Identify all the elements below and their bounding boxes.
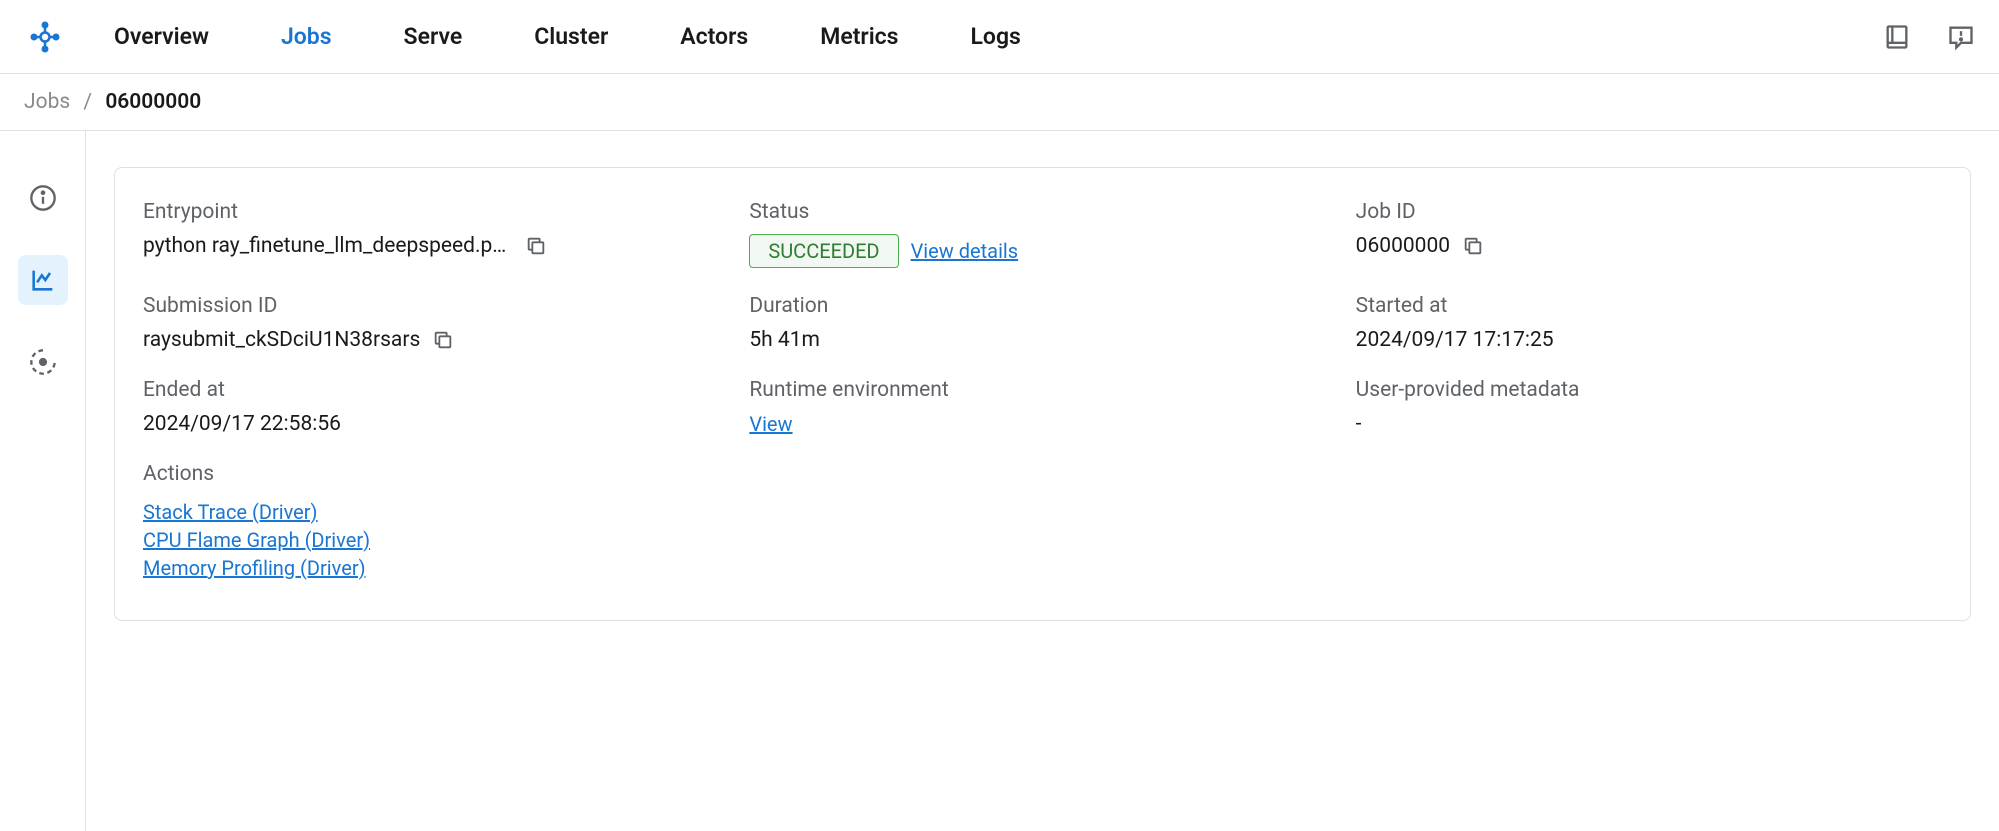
job-details-card: Entrypoint python ray_finetune_llm_deeps… bbox=[114, 167, 1971, 621]
nav-tab-overview[interactable]: Overview bbox=[114, 23, 209, 50]
nav-tab-logs[interactable]: Logs bbox=[971, 23, 1021, 50]
copy-icon[interactable] bbox=[1462, 235, 1484, 257]
duration-label: Duration bbox=[749, 294, 1335, 318]
field-submission-id: Submission ID raysubmit_ckSDciU1N38rsars bbox=[143, 294, 729, 352]
field-duration: Duration 5h 41m bbox=[749, 294, 1335, 352]
submission-id-value: raysubmit_ckSDciU1N38rsars bbox=[143, 328, 420, 352]
started-at-label: Started at bbox=[1356, 294, 1942, 318]
field-runtime-env: Runtime environment View bbox=[749, 378, 1335, 436]
submission-id-label: Submission ID bbox=[143, 294, 729, 318]
breadcrumb: Jobs / 06000000 bbox=[0, 74, 1999, 131]
rail-chart-icon[interactable] bbox=[18, 255, 68, 305]
main-area: Entrypoint python ray_finetune_llm_deeps… bbox=[0, 131, 1999, 831]
view-details-link[interactable]: View details bbox=[911, 239, 1019, 263]
breadcrumb-parent[interactable]: Jobs bbox=[24, 90, 70, 114]
actions-label: Actions bbox=[143, 462, 729, 486]
job-id-value: 06000000 bbox=[1356, 234, 1450, 258]
field-actions: Actions Stack Trace (Driver) CPU Flame G… bbox=[143, 462, 729, 580]
job-id-label: Job ID bbox=[1356, 200, 1942, 224]
nav-right bbox=[1883, 23, 1975, 51]
content-area: Entrypoint python ray_finetune_llm_deeps… bbox=[86, 131, 1999, 831]
rail-target-icon[interactable] bbox=[18, 337, 68, 387]
nav-tab-jobs[interactable]: Jobs bbox=[281, 23, 332, 50]
nav-tab-metrics[interactable]: Metrics bbox=[820, 23, 898, 50]
feedback-icon[interactable] bbox=[1947, 23, 1975, 51]
docs-icon[interactable] bbox=[1883, 23, 1911, 51]
duration-value: 5h 41m bbox=[749, 328, 820, 352]
runtime-env-label: Runtime environment bbox=[749, 378, 1335, 402]
entrypoint-value: python ray_finetune_llm_deepspeed.py --… bbox=[143, 234, 513, 258]
field-user-metadata: User-provided metadata - bbox=[1356, 378, 1942, 436]
nav-tab-actors[interactable]: Actors bbox=[680, 23, 748, 50]
breadcrumb-separator: / bbox=[83, 90, 92, 114]
top-nav: Overview Jobs Serve Cluster Actors Metri… bbox=[0, 0, 1999, 74]
field-started-at: Started at 2024/09/17 17:17:25 bbox=[1356, 294, 1942, 352]
ended-at-label: Ended at bbox=[143, 378, 729, 402]
status-badge: SUCCEEDED bbox=[749, 234, 898, 268]
started-at-value: 2024/09/17 17:17:25 bbox=[1356, 328, 1554, 352]
field-ended-at: Ended at 2024/09/17 22:58:56 bbox=[143, 378, 729, 436]
stack-trace-link[interactable]: Stack Trace (Driver) bbox=[143, 500, 729, 524]
user-metadata-label: User-provided metadata bbox=[1356, 378, 1942, 402]
ray-logo[interactable] bbox=[24, 16, 66, 58]
entrypoint-label: Entrypoint bbox=[143, 200, 729, 224]
copy-icon[interactable] bbox=[432, 329, 454, 351]
runtime-env-view-link[interactable]: View bbox=[749, 412, 792, 436]
cpu-flame-graph-link[interactable]: CPU Flame Graph (Driver) bbox=[143, 528, 729, 552]
nav-tabs: Overview Jobs Serve Cluster Actors Metri… bbox=[114, 23, 1883, 50]
field-job-id: Job ID 06000000 bbox=[1356, 200, 1942, 268]
copy-icon[interactable] bbox=[525, 235, 547, 257]
rail-info-icon[interactable] bbox=[18, 173, 68, 223]
user-metadata-value: - bbox=[1356, 412, 1362, 436]
status-label: Status bbox=[749, 200, 1335, 224]
breadcrumb-current: 06000000 bbox=[105, 90, 201, 114]
field-status: Status SUCCEEDED View details bbox=[749, 200, 1335, 268]
nav-tab-serve[interactable]: Serve bbox=[404, 23, 463, 50]
memory-profiling-link[interactable]: Memory Profiling (Driver) bbox=[143, 556, 729, 580]
nav-tab-cluster[interactable]: Cluster bbox=[534, 23, 608, 50]
ended-at-value: 2024/09/17 22:58:56 bbox=[143, 412, 341, 436]
field-entrypoint: Entrypoint python ray_finetune_llm_deeps… bbox=[143, 200, 729, 268]
side-rail bbox=[0, 131, 86, 831]
